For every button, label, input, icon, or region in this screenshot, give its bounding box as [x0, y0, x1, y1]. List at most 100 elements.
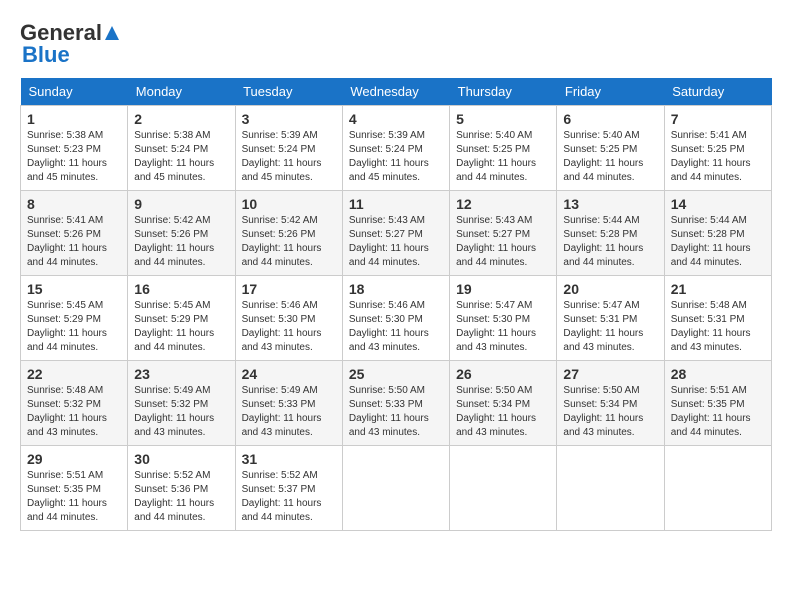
calendar-cell: 5 Sunrise: 5:40 AMSunset: 5:25 PMDayligh…	[450, 106, 557, 191]
calendar-cell	[342, 446, 449, 531]
day-number: 24	[242, 366, 336, 382]
day-info: Sunrise: 5:46 AMSunset: 5:30 PMDaylight:…	[242, 300, 322, 353]
calendar-header-row: SundayMondayTuesdayWednesdayThursdayFrid…	[21, 78, 772, 106]
calendar-cell: 13 Sunrise: 5:44 AMSunset: 5:28 PMDaylig…	[557, 191, 664, 276]
header-friday: Friday	[557, 78, 664, 106]
logo: General Blue	[20, 20, 122, 68]
day-number: 6	[563, 111, 657, 127]
day-info: Sunrise: 5:47 AMSunset: 5:31 PMDaylight:…	[563, 300, 643, 353]
week-row-4: 29 Sunrise: 5:51 AMSunset: 5:35 PMDaylig…	[21, 446, 772, 531]
day-info: Sunrise: 5:52 AMSunset: 5:36 PMDaylight:…	[134, 470, 214, 523]
calendar-cell: 12 Sunrise: 5:43 AMSunset: 5:27 PMDaylig…	[450, 191, 557, 276]
day-info: Sunrise: 5:45 AMSunset: 5:29 PMDaylight:…	[134, 300, 214, 353]
day-info: Sunrise: 5:40 AMSunset: 5:25 PMDaylight:…	[563, 130, 643, 183]
calendar-cell	[664, 446, 771, 531]
day-info: Sunrise: 5:41 AMSunset: 5:26 PMDaylight:…	[27, 215, 107, 268]
week-row-1: 8 Sunrise: 5:41 AMSunset: 5:26 PMDayligh…	[21, 191, 772, 276]
calendar-cell: 7 Sunrise: 5:41 AMSunset: 5:25 PMDayligh…	[664, 106, 771, 191]
week-row-3: 22 Sunrise: 5:48 AMSunset: 5:32 PMDaylig…	[21, 361, 772, 446]
day-info: Sunrise: 5:51 AMSunset: 5:35 PMDaylight:…	[671, 385, 751, 438]
day-number: 25	[349, 366, 443, 382]
day-number: 18	[349, 281, 443, 297]
day-info: Sunrise: 5:52 AMSunset: 5:37 PMDaylight:…	[242, 470, 322, 523]
day-info: Sunrise: 5:38 AMSunset: 5:24 PMDaylight:…	[134, 130, 214, 183]
header-tuesday: Tuesday	[235, 78, 342, 106]
calendar-cell: 30 Sunrise: 5:52 AMSunset: 5:36 PMDaylig…	[128, 446, 235, 531]
calendar-cell: 9 Sunrise: 5:42 AMSunset: 5:26 PMDayligh…	[128, 191, 235, 276]
calendar-table: SundayMondayTuesdayWednesdayThursdayFrid…	[20, 78, 772, 531]
day-info: Sunrise: 5:48 AMSunset: 5:31 PMDaylight:…	[671, 300, 751, 353]
calendar-cell: 21 Sunrise: 5:48 AMSunset: 5:31 PMDaylig…	[664, 276, 771, 361]
calendar-cell: 28 Sunrise: 5:51 AMSunset: 5:35 PMDaylig…	[664, 361, 771, 446]
day-info: Sunrise: 5:45 AMSunset: 5:29 PMDaylight:…	[27, 300, 107, 353]
day-info: Sunrise: 5:39 AMSunset: 5:24 PMDaylight:…	[349, 130, 429, 183]
week-row-0: 1 Sunrise: 5:38 AMSunset: 5:23 PMDayligh…	[21, 106, 772, 191]
calendar-cell: 8 Sunrise: 5:41 AMSunset: 5:26 PMDayligh…	[21, 191, 128, 276]
day-info: Sunrise: 5:39 AMSunset: 5:24 PMDaylight:…	[242, 130, 322, 183]
calendar-cell: 29 Sunrise: 5:51 AMSunset: 5:35 PMDaylig…	[21, 446, 128, 531]
calendar-cell: 23 Sunrise: 5:49 AMSunset: 5:32 PMDaylig…	[128, 361, 235, 446]
day-number: 17	[242, 281, 336, 297]
day-number: 9	[134, 196, 228, 212]
calendar-cell: 22 Sunrise: 5:48 AMSunset: 5:32 PMDaylig…	[21, 361, 128, 446]
day-info: Sunrise: 5:44 AMSunset: 5:28 PMDaylight:…	[671, 215, 751, 268]
day-number: 3	[242, 111, 336, 127]
calendar-cell: 15 Sunrise: 5:45 AMSunset: 5:29 PMDaylig…	[21, 276, 128, 361]
day-number: 28	[671, 366, 765, 382]
calendar-cell: 27 Sunrise: 5:50 AMSunset: 5:34 PMDaylig…	[557, 361, 664, 446]
day-number: 14	[671, 196, 765, 212]
calendar-cell: 18 Sunrise: 5:46 AMSunset: 5:30 PMDaylig…	[342, 276, 449, 361]
day-number: 21	[671, 281, 765, 297]
day-number: 11	[349, 196, 443, 212]
calendar-cell: 2 Sunrise: 5:38 AMSunset: 5:24 PMDayligh…	[128, 106, 235, 191]
calendar-cell: 31 Sunrise: 5:52 AMSunset: 5:37 PMDaylig…	[235, 446, 342, 531]
day-info: Sunrise: 5:40 AMSunset: 5:25 PMDaylight:…	[456, 130, 536, 183]
day-number: 2	[134, 111, 228, 127]
day-info: Sunrise: 5:48 AMSunset: 5:32 PMDaylight:…	[27, 385, 107, 438]
day-info: Sunrise: 5:50 AMSunset: 5:33 PMDaylight:…	[349, 385, 429, 438]
day-info: Sunrise: 5:42 AMSunset: 5:26 PMDaylight:…	[134, 215, 214, 268]
day-info: Sunrise: 5:50 AMSunset: 5:34 PMDaylight:…	[456, 385, 536, 438]
day-number: 23	[134, 366, 228, 382]
calendar-cell: 17 Sunrise: 5:46 AMSunset: 5:30 PMDaylig…	[235, 276, 342, 361]
day-info: Sunrise: 5:41 AMSunset: 5:25 PMDaylight:…	[671, 130, 751, 183]
calendar-cell: 4 Sunrise: 5:39 AMSunset: 5:24 PMDayligh…	[342, 106, 449, 191]
day-number: 27	[563, 366, 657, 382]
day-info: Sunrise: 5:46 AMSunset: 5:30 PMDaylight:…	[349, 300, 429, 353]
calendar-cell: 25 Sunrise: 5:50 AMSunset: 5:33 PMDaylig…	[342, 361, 449, 446]
day-info: Sunrise: 5:43 AMSunset: 5:27 PMDaylight:…	[456, 215, 536, 268]
header-saturday: Saturday	[664, 78, 771, 106]
day-number: 22	[27, 366, 121, 382]
day-number: 12	[456, 196, 550, 212]
week-row-2: 15 Sunrise: 5:45 AMSunset: 5:29 PMDaylig…	[21, 276, 772, 361]
header-thursday: Thursday	[450, 78, 557, 106]
day-info: Sunrise: 5:49 AMSunset: 5:32 PMDaylight:…	[134, 385, 214, 438]
day-info: Sunrise: 5:51 AMSunset: 5:35 PMDaylight:…	[27, 470, 107, 523]
calendar-cell: 10 Sunrise: 5:42 AMSunset: 5:26 PMDaylig…	[235, 191, 342, 276]
calendar-cell	[450, 446, 557, 531]
header-sunday: Sunday	[21, 78, 128, 106]
logo-blue: Blue	[22, 42, 70, 68]
day-number: 15	[27, 281, 121, 297]
calendar-cell: 14 Sunrise: 5:44 AMSunset: 5:28 PMDaylig…	[664, 191, 771, 276]
calendar-cell: 11 Sunrise: 5:43 AMSunset: 5:27 PMDaylig…	[342, 191, 449, 276]
day-number: 1	[27, 111, 121, 127]
day-number: 30	[134, 451, 228, 467]
day-number: 31	[242, 451, 336, 467]
calendar-cell: 20 Sunrise: 5:47 AMSunset: 5:31 PMDaylig…	[557, 276, 664, 361]
calendar-cell: 19 Sunrise: 5:47 AMSunset: 5:30 PMDaylig…	[450, 276, 557, 361]
calendar-cell: 24 Sunrise: 5:49 AMSunset: 5:33 PMDaylig…	[235, 361, 342, 446]
day-info: Sunrise: 5:42 AMSunset: 5:26 PMDaylight:…	[242, 215, 322, 268]
calendar-cell: 1 Sunrise: 5:38 AMSunset: 5:23 PMDayligh…	[21, 106, 128, 191]
day-info: Sunrise: 5:38 AMSunset: 5:23 PMDaylight:…	[27, 130, 107, 183]
calendar-cell: 6 Sunrise: 5:40 AMSunset: 5:25 PMDayligh…	[557, 106, 664, 191]
calendar-cell: 3 Sunrise: 5:39 AMSunset: 5:24 PMDayligh…	[235, 106, 342, 191]
day-info: Sunrise: 5:47 AMSunset: 5:30 PMDaylight:…	[456, 300, 536, 353]
day-number: 5	[456, 111, 550, 127]
day-number: 4	[349, 111, 443, 127]
header-monday: Monday	[128, 78, 235, 106]
page-header: General Blue	[20, 20, 772, 68]
calendar-cell: 16 Sunrise: 5:45 AMSunset: 5:29 PMDaylig…	[128, 276, 235, 361]
day-info: Sunrise: 5:49 AMSunset: 5:33 PMDaylight:…	[242, 385, 322, 438]
calendar-cell	[557, 446, 664, 531]
